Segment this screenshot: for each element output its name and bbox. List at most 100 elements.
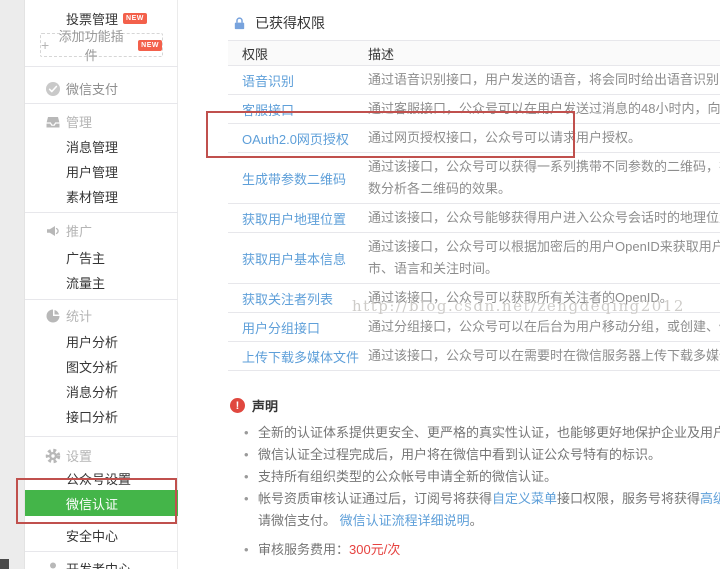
table-row: 获取用户基本信息 通过该接口，公众号可以根据加密后的用户OpenID来获取用户基… xyxy=(228,233,720,284)
sidebar-item-message-management[interactable]: 消息管理 xyxy=(25,134,178,159)
sidebar-section-promotion[interactable]: 推广 xyxy=(25,218,178,243)
wechat-mp-admin-screen: 投票管理 NEW + 添加功能插件 NEW 微信支付 管理 消息管理 用 xyxy=(0,0,720,569)
permission-description: 通过网页授权接口，公众号可以请求用户授权。 xyxy=(368,127,720,149)
sidebar-item-label: 广告主 xyxy=(66,248,105,267)
permission-description: 通过该接口，公众号可以在需要时在微信服务器上传下载多媒体文件。 xyxy=(368,345,720,367)
sidebar-item-user-management[interactable]: 用户管理 xyxy=(25,159,178,184)
sidebar-item-article-analysis[interactable]: 图文分析 xyxy=(25,354,178,379)
corner-artifact xyxy=(0,559,9,569)
notice-bullet: 帐号资质审核认证通过后，订阅号将获得自定义菜单接口权限，服务号将获得高级功能接口… xyxy=(228,488,720,510)
sidebar-item-account-settings[interactable]: 公众号设置 xyxy=(25,466,178,491)
notice-bullet: 支持所有组织类型的公众帐号申请全新的微信认证。 xyxy=(228,466,720,488)
sidebar-item-label: 消息分析 xyxy=(66,382,118,401)
column-header-description: 描述 xyxy=(368,44,720,63)
permission-link[interactable]: 获取关注者列表 xyxy=(242,292,333,307)
sidebar-item-label: 微信支付 xyxy=(66,79,118,98)
new-badge: NEW xyxy=(123,13,147,24)
notice-list: 审核服务费用：300元/次 xyxy=(228,539,720,561)
notice-bullet: 全新的认证体系提供更安全、更严格的真实性认证，也能够更好地保护企业及用户的合法权… xyxy=(228,422,720,444)
table-row: 获取关注者列表 通过该接口，公众号可以获取所有关注者的OpenID。 xyxy=(228,284,720,313)
table-header-row: 权限 描述 xyxy=(228,40,720,66)
permission-description: 通过分组接口，公众号可以在后台为用户移动分组，或创建、修改分组。 xyxy=(368,316,720,338)
sidebar-divider xyxy=(25,66,178,67)
table-row-oauth: OAuth2.0网页授权 通过网页授权接口，公众号可以请求用户授权。 xyxy=(228,124,720,153)
verification-process-link[interactable]: 微信认证流程详细说明 xyxy=(340,513,470,528)
permission-link[interactable]: OAuth2.0网页授权 xyxy=(242,132,349,147)
notice-bullet: 微信认证全过程完成后，用户将在微信中看到认证公众号特有的标识。 xyxy=(228,444,720,466)
sidebar-section-label: 统计 xyxy=(66,306,92,325)
sidebar-item-label: 用户管理 xyxy=(66,162,118,181)
sidebar-divider xyxy=(25,551,178,552)
megaphone-icon xyxy=(45,223,61,239)
sidebar-divider xyxy=(25,212,178,213)
table-row: 客服接口 通过客服接口，公众号可以在用户发送过消息的48小时内，向用户回复消息。 xyxy=(228,95,720,124)
permission-link[interactable]: 获取用户地理位置 xyxy=(242,212,346,227)
sidebar: 投票管理 NEW + 添加功能插件 NEW 微信支付 管理 消息管理 用 xyxy=(25,0,178,569)
notice-title: 声明 xyxy=(252,396,278,415)
table-row: 生成带参数二维码 通过该接口，公众号可以获得一系列携带不同参数的二维码，在用户扫… xyxy=(228,153,720,204)
sidebar-section-statistics[interactable]: 统计 xyxy=(25,303,178,328)
sidebar-item-label: 消息管理 xyxy=(66,137,118,156)
sidebar-section-label: 管理 xyxy=(66,112,92,131)
sidebar-item-user-analysis[interactable]: 用户分析 xyxy=(25,329,178,354)
table-row: 获取用户地理位置 通过该接口，公众号能够获得用户进入公众号会话时的地理位置（需要… xyxy=(228,204,720,233)
permission-link[interactable]: 生成带参数二维码 xyxy=(242,172,346,187)
notice-bullet-fee: 审核服务费用：300元/次 xyxy=(228,539,720,561)
sidebar-item-label: 公众号设置 xyxy=(66,469,131,488)
notice-section: ! 声明 全新的认证体系提供更安全、更严格的真实性认证，也能够更好地保护企业及用… xyxy=(228,396,720,561)
notice-bullet-continuation: 请微信支付。 微信认证流程详细说明。 xyxy=(228,510,720,532)
plus-icon: + xyxy=(41,37,49,53)
sidebar-item-label: 微信认证 xyxy=(66,494,118,513)
sidebar-divider xyxy=(25,299,178,300)
sidebar-section-label: 设置 xyxy=(66,446,92,465)
add-plugin-label: 添加功能插件 xyxy=(54,26,128,64)
person-icon xyxy=(45,561,61,569)
sidebar-item-label: 流量主 xyxy=(66,273,105,292)
sidebar-item-traffic-owner[interactable]: 流量主 xyxy=(25,270,178,295)
sidebar-item-wechat-pay[interactable]: 微信支付 xyxy=(25,76,178,101)
permissions-table: 权限 描述 语音识别 通过语音识别接口，用户发送的语音，将会同时给出语音识别出的… xyxy=(228,40,720,371)
permission-description: 通过该接口，公众号可以获得一系列携带不同参数的二维码，在用户扫描关注后 xyxy=(368,156,720,178)
permission-link[interactable]: 客服接口 xyxy=(242,103,294,118)
exclamation-icon: ! xyxy=(230,398,245,413)
sidebar-item-wechat-verification-active[interactable]: 微信认证 xyxy=(25,490,178,516)
permission-description: 通过该接口，公众号可以根据加密后的用户OpenID来获取用户基本信息，包括 xyxy=(368,236,720,258)
notice-header: ! 声明 xyxy=(230,396,720,415)
sidebar-divider xyxy=(25,103,178,104)
sidebar-item-message-analysis[interactable]: 消息分析 xyxy=(25,379,178,404)
pie-chart-icon xyxy=(45,308,61,324)
sidebar-section-settings[interactable]: 设置 xyxy=(25,443,178,468)
sidebar-item-label: 接口分析 xyxy=(66,407,118,426)
table-row: 上传下载多媒体文件 通过该接口，公众号可以在需要时在微信服务器上传下载多媒体文件… xyxy=(228,342,720,371)
wechat-pay-icon xyxy=(45,81,61,97)
permission-link[interactable]: 语音识别 xyxy=(242,74,294,89)
permission-description: 通过客服接口，公众号可以在用户发送过消息的48小时内，向用户回复消息。 xyxy=(368,98,720,120)
column-header-permission: 权限 xyxy=(228,44,368,63)
sidebar-item-api-analysis[interactable]: 接口分析 xyxy=(25,404,178,429)
permissions-header: 已获得权限 xyxy=(232,13,325,33)
advanced-api-link[interactable]: 高级功能接口 xyxy=(700,491,720,506)
permission-link[interactable]: 用户分组接口 xyxy=(242,321,320,336)
page-title: 已获得权限 xyxy=(255,13,325,33)
new-badge: NEW xyxy=(138,40,162,51)
sidebar-item-label: 安全中心 xyxy=(66,526,118,545)
permission-description: 通过该接口，公众号能够获得用户进入公众号会话时的地理位置（需要用户同意 xyxy=(368,207,720,229)
fee-value: 300元/次 xyxy=(349,542,400,557)
sidebar-section-developer-center[interactable]: 开发者中心 xyxy=(25,556,178,569)
permission-link[interactable]: 上传下载多媒体文件 xyxy=(242,350,359,365)
sidebar-divider xyxy=(25,436,178,437)
sidebar-section-label: 推广 xyxy=(66,221,92,240)
left-rail xyxy=(0,0,25,569)
sidebar-item-material-management[interactable]: 素材管理 xyxy=(25,184,178,209)
table-row: 语音识别 通过语音识别接口，用户发送的语音，将会同时给出语音识别出的文本内容。 xyxy=(228,66,720,95)
custom-menu-link[interactable]: 自定义菜单 xyxy=(492,491,557,506)
sidebar-item-advertiser[interactable]: 广告主 xyxy=(25,245,178,270)
lock-icon xyxy=(232,16,247,31)
sidebar-section-manage[interactable]: 管理 xyxy=(25,109,178,134)
permission-link[interactable]: 获取用户基本信息 xyxy=(242,252,346,267)
add-plugin-button[interactable]: + 添加功能插件 NEW xyxy=(40,33,163,57)
permission-description: 通过该接口，公众号可以获取所有关注者的OpenID。 xyxy=(368,287,720,309)
sidebar-item-label: 素材管理 xyxy=(66,187,118,206)
notice-list: 全新的认证体系提供更安全、更严格的真实性认证，也能够更好地保护企业及用户的合法权… xyxy=(228,422,720,510)
sidebar-item-security-center[interactable]: 安全中心 xyxy=(25,523,178,548)
